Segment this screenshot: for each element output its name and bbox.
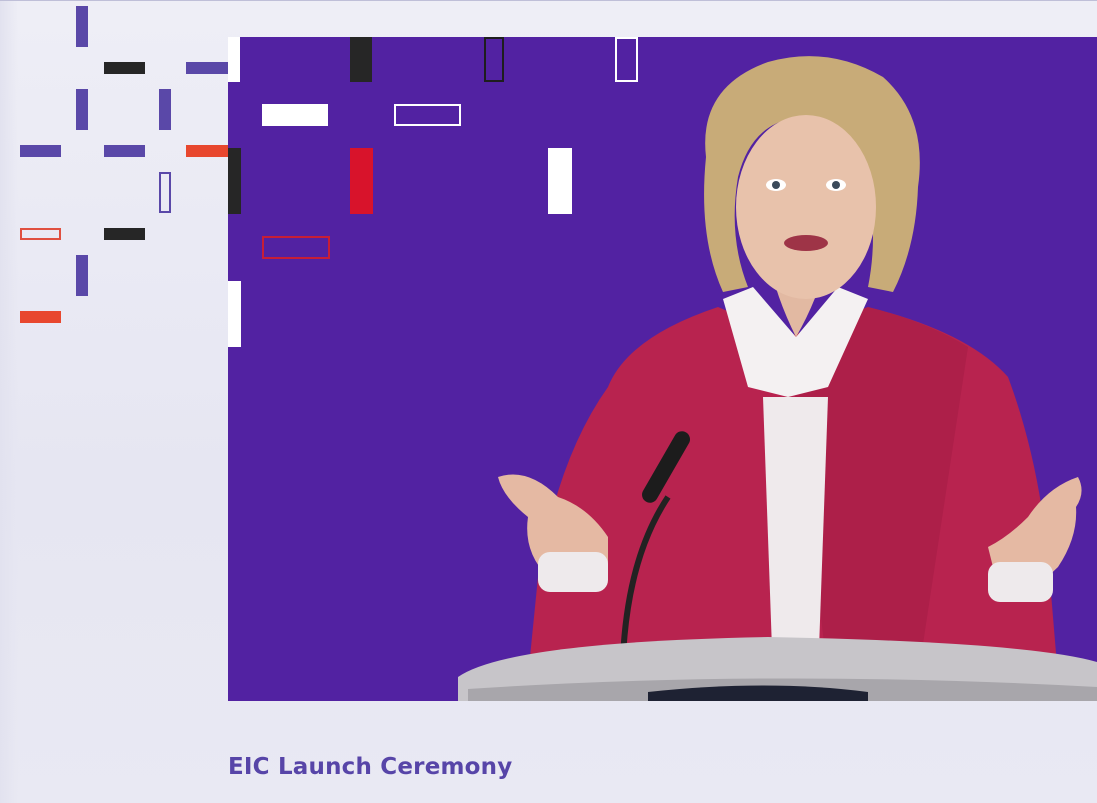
dash-mark	[76, 89, 88, 130]
top-border-line	[0, 0, 1097, 1]
video-frame[interactable]	[228, 37, 1097, 701]
left-edge-shadow	[0, 0, 18, 803]
dash-mark	[159, 172, 171, 213]
dash-mark	[186, 145, 228, 157]
dash-mark	[76, 255, 88, 296]
dash-mark	[76, 6, 88, 47]
dash-mark	[159, 89, 171, 130]
speaker-figure	[458, 56, 1097, 701]
dash-mark	[186, 62, 228, 74]
dash-mark	[104, 62, 145, 74]
dash-mark	[104, 228, 145, 240]
dash-mark	[20, 228, 61, 240]
event-title: EIC Launch Ceremony	[228, 754, 513, 780]
dash-mark	[20, 145, 61, 157]
dash-mark	[104, 145, 145, 157]
dash-mark	[20, 311, 61, 323]
